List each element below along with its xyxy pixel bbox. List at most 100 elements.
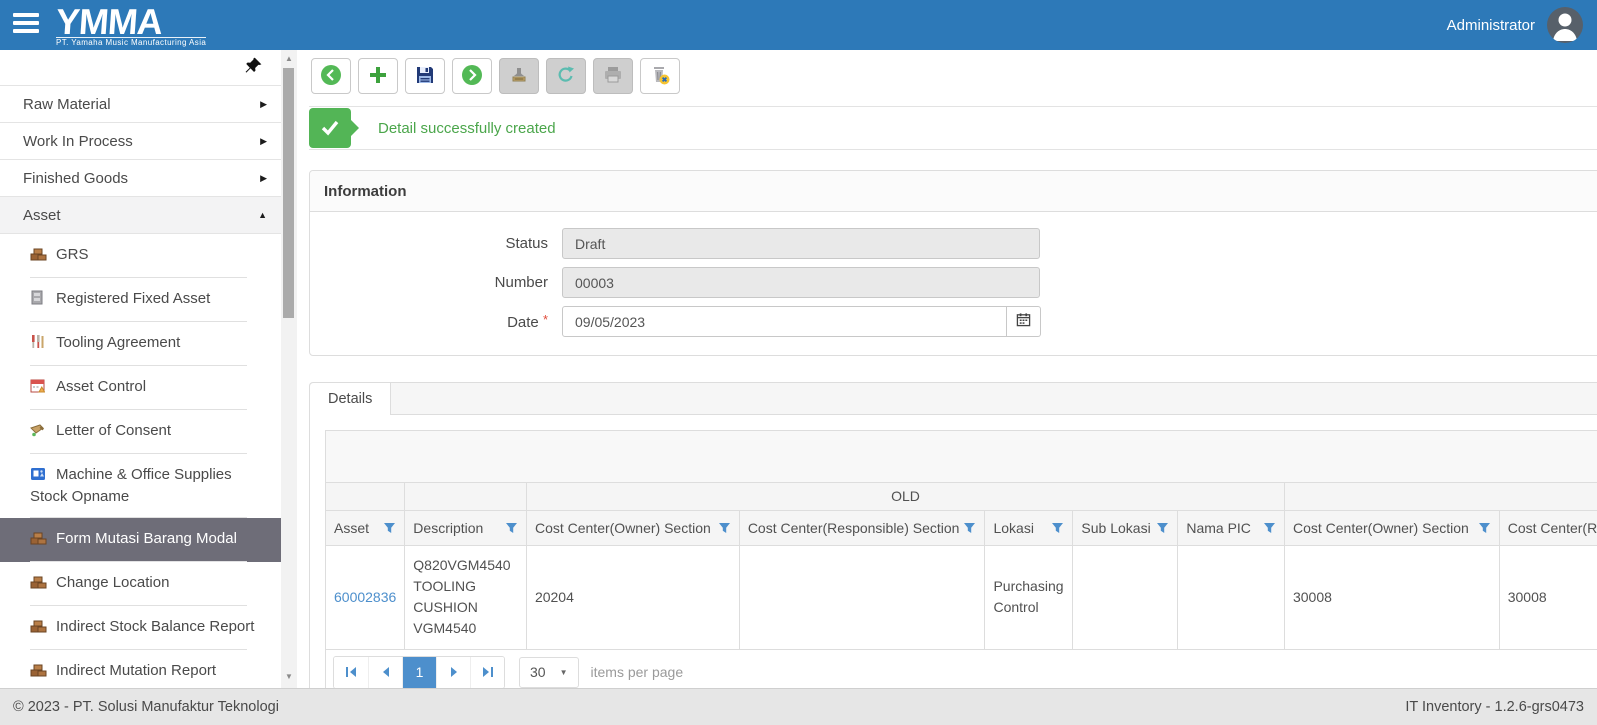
footer-copyright: © 2023 - PT. Solusi Manufaktur Teknologi [13,699,279,715]
status-label: Status [310,235,562,252]
number-input[interactable] [562,267,1040,298]
sidebar-item-work-in-process[interactable]: Work In Process ▶ [0,123,281,160]
footer: © 2023 - PT. Solusi Manufaktur Teknologi… [0,688,1597,725]
sidebar-item-asset-control[interactable]: Asset Control [0,366,281,410]
sidebar-item-label: Finished Goods [23,170,128,187]
grid-toolbar [326,431,1597,483]
sidebar-item-label: Raw Material [23,96,111,113]
user-name: Administrator [1447,17,1535,34]
cabinet-icon [30,290,47,311]
details-grid: OLD Asset Description Cost Center(Owner)… [325,430,1597,688]
details-table: OLD Asset Description Cost Center(Owner)… [326,483,1597,650]
user-avatar-icon[interactable] [1547,7,1583,43]
required-asterisk: * [543,312,548,327]
sidebar: Raw Material ▶ Work In Process ▶ Finishe… [0,50,281,688]
date-label: Date * [310,312,562,331]
stamp-icon [509,65,529,88]
approve-button[interactable] [499,58,539,94]
sidebar-item-asset[interactable]: Asset ▲ [0,197,281,234]
tools-icon [30,334,47,355]
filter-icon[interactable] [1156,522,1169,534]
sidebar-item-label: Change Location [56,574,169,591]
prev-page-button[interactable] [368,657,402,688]
scrollbar-thumb[interactable] [283,68,294,318]
boxes-icon [30,619,47,639]
filter-icon[interactable] [1478,522,1491,534]
delete-button[interactable] [640,58,680,94]
filter-icon[interactable] [1051,522,1064,534]
col-sub-lokasi: Sub Lokasi [1073,510,1178,545]
filter-icon[interactable] [505,522,518,534]
topbar-user-area: Administrator [1447,7,1597,43]
sidebar-item-grs[interactable]: GRS [0,234,281,278]
sidebar-item-label: Indirect Mutation Report [56,662,216,679]
status-input[interactable] [562,228,1040,259]
col-old-cc-owner: Cost Center(Owner) Section [526,510,739,545]
date-input[interactable] [562,306,1007,337]
save-button[interactable] [405,58,445,94]
circle-chevron-right-icon [461,64,483,89]
add-button[interactable] [358,58,398,94]
number-label: Number [310,274,562,291]
machine-icon [30,467,47,487]
sidebar-item-letter-of-consent[interactable]: Letter of Consent [0,410,281,454]
sidebar-item-label: Letter of Consent [56,422,171,439]
filter-icon[interactable] [383,522,396,534]
sidebar-item-indirect-stock-balance-report[interactable]: Indirect Stock Balance Report [0,606,281,650]
filter-icon[interactable] [718,522,731,534]
sidebar-item-raw-material[interactable]: Raw Material ▶ [0,86,281,123]
sidebar-item-tooling-agreement[interactable]: Tooling Agreement [0,322,281,366]
first-page-button[interactable] [334,657,368,688]
sidebar-item-form-mutasi-barang-modal[interactable]: Form Mutasi Barang Modal [0,518,281,562]
sidebar-item-registered-fixed-asset[interactable]: Registered Fixed Asset [0,278,281,322]
status-field-row: Status [310,228,1597,259]
filter-icon[interactable] [963,522,976,534]
back-button[interactable] [311,58,351,94]
sidebar-item-label: Registered Fixed Asset [56,290,210,307]
trash-cancel-icon [649,64,671,89]
refresh-button[interactable] [546,58,586,94]
printer-icon [603,66,623,87]
filter-icon[interactable] [1263,522,1276,534]
sidebar-item-label: GRS [56,246,89,263]
col-nama-pic: Nama PIC [1178,510,1285,545]
tab-details[interactable]: Details [310,383,391,415]
sidebar-item-change-location[interactable]: Change Location [0,562,281,606]
sidebar-item-machine-office-supplies-stock-opname[interactable]: Machine & Office Supplies Stock Opname [0,454,281,518]
print-button[interactable] [593,58,633,94]
sidebar-scrollbar[interactable]: ▲ ▼ [281,50,297,688]
date-field-row: Date * [310,306,1597,337]
sidebar-item-indirect-mutation-report[interactable]: Indirect Mutation Report [0,650,281,688]
cell-nama-pic [1178,545,1285,649]
sidebar-item-label: Form Mutasi Barang Modal [56,530,237,547]
col-new-cc-responsible: Cost Center(Responsible) Section [1499,510,1597,545]
main-content: Detail successfully created Information … [297,50,1597,688]
menu-toggle-icon[interactable] [13,13,39,33]
chevron-down-icon: ▼ [560,668,568,677]
submit-button[interactable] [452,58,492,94]
alert-message: Detail successfully created [378,120,556,137]
col-description: Description [405,510,527,545]
tab-header: Details [309,382,1597,414]
asset-link[interactable]: 60002836 [334,589,396,605]
col-asset: Asset [326,510,405,545]
next-page-button[interactable] [436,657,470,688]
page-size-dropdown[interactable]: 30 ▼ [519,657,579,688]
boxes-icon [30,663,47,683]
tab-content: OLD Asset Description Cost Center(Owner)… [309,414,1597,688]
last-page-button[interactable] [470,657,504,688]
panel-title: Information [324,183,407,200]
information-panel: Information Status Number Date * [309,170,1597,356]
pin-icon[interactable] [244,56,263,79]
grid-pager: 1 30 ▼ items per page [326,650,1597,689]
sidebar-item-finished-goods[interactable]: Finished Goods ▶ [0,160,281,197]
scroll-down-icon[interactable]: ▼ [281,670,297,684]
page-1-button[interactable]: 1 [402,657,436,688]
cell-old-cc-owner: 20204 [526,545,739,649]
scroll-up-icon[interactable]: ▲ [281,52,297,66]
sidebar-item-label: Machine & Office Supplies Stock Opname [30,466,232,505]
grid-group-header-row: OLD [326,483,1597,510]
refresh-icon [556,65,576,88]
details-tabstrip: Details OLD [309,382,1597,688]
calendar-button[interactable] [1007,306,1041,337]
